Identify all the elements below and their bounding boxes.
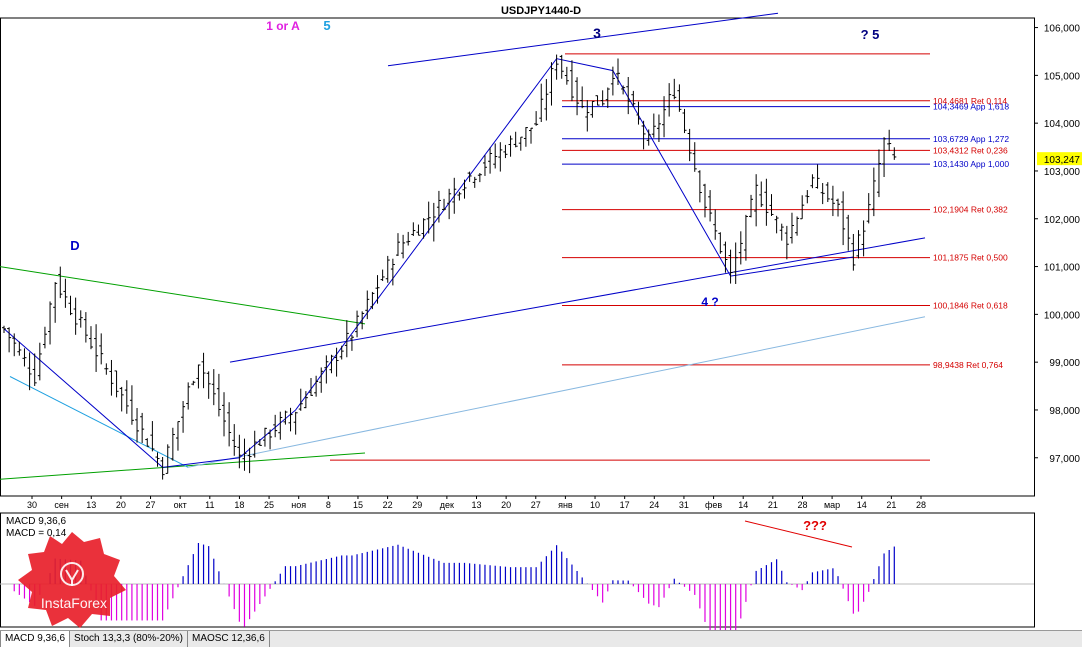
- time-tick-label: 24: [649, 500, 659, 510]
- time-tick-label: 14: [857, 500, 867, 510]
- time-tick-label: 18: [234, 500, 244, 510]
- fib-level-label: 103,1430 App 1,000: [933, 159, 1009, 169]
- price-tick-label: 99,000: [1049, 358, 1080, 369]
- price-tick-label: 101,000: [1044, 263, 1081, 274]
- time-tick-label: 17: [620, 500, 630, 510]
- fib-level-label: 98,9438 Ret 0,764: [933, 360, 1003, 370]
- time-tick-label: 21: [768, 500, 778, 510]
- wave-label: 5: [323, 18, 330, 33]
- elliott-wave-path: [3, 58, 854, 468]
- blue-channel-upper: [387, 12, 779, 67]
- fib-level-label: 101,1875 Ret 0,500: [933, 253, 1008, 263]
- price-tick-label: 102,000: [1044, 215, 1081, 226]
- green-lower-trendline: [0, 452, 366, 480]
- time-tick-label: 27: [531, 500, 541, 510]
- price-tick-label: 98,000: [1049, 406, 1080, 417]
- time-tick-label: 31: [679, 500, 689, 510]
- time-tick-label: окт: [174, 500, 187, 510]
- macd-label: MACD 9,36,6: [6, 516, 66, 527]
- time-tick-label: 10: [590, 500, 600, 510]
- time-tick-label: 11: [205, 500, 214, 510]
- wave-label: ???: [803, 518, 827, 533]
- time-tick-label: 20: [116, 500, 126, 510]
- tab-macd[interactable]: MACD 9,36,6: [0, 631, 71, 647]
- time-tick-label: 28: [797, 500, 807, 510]
- time-tick-label: 29: [412, 500, 422, 510]
- wave-label: 3: [593, 25, 601, 41]
- time-tick-label: 22: [383, 500, 393, 510]
- chart-title: USDJPY1440-D: [501, 5, 581, 17]
- cyan-channel-line: [9, 376, 189, 468]
- time-tick-label: 28: [916, 500, 926, 510]
- wave-label: 4 ?: [701, 295, 718, 309]
- time-tick-label: 20: [501, 500, 511, 510]
- fib-level-label: 104,3469 App 1,618: [933, 102, 1009, 112]
- fib-level-label: 102,1904 Ret 0,382: [933, 205, 1008, 215]
- tab-stoch[interactable]: Stoch 13,3,3 (80%-20%): [70, 631, 188, 647]
- wave-label: D: [70, 238, 79, 253]
- time-tick-label: янв: [558, 500, 573, 510]
- instaforex-logo: InstaForex: [12, 530, 132, 630]
- current-price-label: 103,247: [1044, 155, 1081, 166]
- time-tick-label: 14: [738, 500, 748, 510]
- price-tick-label: 104,000: [1044, 119, 1081, 130]
- instaforex-logo-text: InstaForex: [41, 595, 107, 611]
- lightblue-channel-line: [187, 316, 926, 468]
- time-tick-label: фев: [705, 500, 722, 510]
- tab-maosc[interactable]: MAOSC 12,36,6: [188, 631, 270, 647]
- time-tick-label: 8: [326, 500, 331, 510]
- price-tick-label: 100,000: [1044, 310, 1081, 321]
- indicator-tab-bar: MACD 9,36,6 Stoch 13,3,3 (80%-20%) MAOSC…: [0, 630, 1082, 647]
- time-tick-label: 30: [27, 500, 37, 510]
- price-tick-label: 105,000: [1044, 71, 1081, 82]
- time-tick-label: дек: [440, 500, 454, 510]
- fib-level-label: 103,6729 App 1,272: [933, 134, 1009, 144]
- fib-level-label: 103,4312 Ret 0,236: [933, 145, 1008, 155]
- time-tick-label: ноя: [291, 500, 306, 510]
- wave-label: ? 5: [861, 27, 880, 42]
- time-tick-label: мар: [824, 500, 840, 510]
- price-tick-label: 103,000: [1044, 167, 1081, 178]
- fib-level-label: 100,1846 Ret 0,618: [933, 301, 1008, 311]
- price-tick-label: 97,000: [1049, 454, 1080, 465]
- time-tick-label: 25: [264, 500, 274, 510]
- price-chart[interactable]: 104,4681 Ret 0,114104,3469 App 1,618103,…: [0, 0, 1082, 661]
- time-tick-label: сен: [54, 500, 69, 510]
- blue-channel-lower: [229, 237, 926, 363]
- macd-divergence-line: [744, 520, 853, 548]
- time-tick-label: 15: [353, 500, 363, 510]
- time-tick-label: 13: [86, 500, 96, 510]
- time-tick-label: 13: [471, 500, 481, 510]
- price-plot-frame: [0, 17, 1035, 497]
- chart-root: 104,4681 Ret 0,114 104,3469 App 1,618 103,…: [0, 0, 1082, 661]
- time-tick-label: 21: [886, 500, 896, 510]
- time-tick-label: 27: [146, 500, 156, 510]
- wave-label: 1 or A: [266, 19, 300, 33]
- price-tick-label: 106,000: [1044, 24, 1081, 35]
